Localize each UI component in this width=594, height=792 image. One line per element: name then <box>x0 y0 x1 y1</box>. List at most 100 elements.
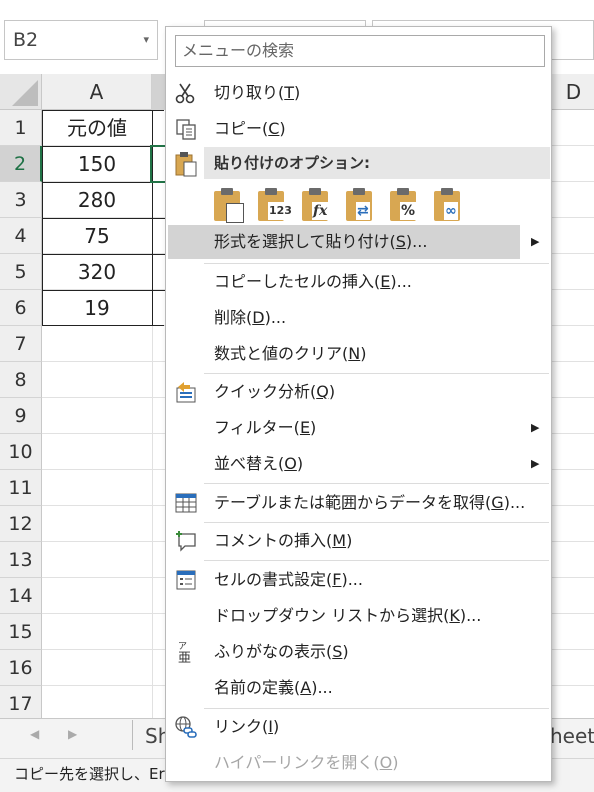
row-header[interactable]: 11 <box>0 470 42 506</box>
data-cell[interactable]: 320 <box>42 254 152 290</box>
name-box-value: B2 <box>13 29 39 51</box>
menu-item-label: セルの書式設定(F)... <box>214 570 363 589</box>
menu-separator <box>204 708 549 709</box>
row-header[interactable]: 8 <box>0 362 42 398</box>
row-header[interactable]: 7 <box>0 326 42 362</box>
menu-item-label: 数式と値のクリア(N) <box>214 344 367 363</box>
format-cells-icon <box>176 570 196 590</box>
copy-icon <box>176 119 196 140</box>
menu-item-label: 削除(D)... <box>214 308 287 327</box>
paste-transpose-icon[interactable]: ⇄ <box>342 187 378 223</box>
data-cell[interactable]: 150 <box>42 146 152 182</box>
menu-item-insert-comment[interactable]: コメントの挿入(M) <box>166 524 551 558</box>
link-icon <box>175 716 197 738</box>
chevron-down-icon[interactable]: ▾ <box>143 21 149 59</box>
menu-item-clear[interactable]: 数式と値のクリア(N) <box>166 337 551 371</box>
menu-item-label: 名前の定義(A)... <box>214 678 333 697</box>
menu-item-get-data[interactable]: テーブルまたは範囲からデータを取得(G)... <box>166 486 551 520</box>
row-header[interactable]: 4 <box>0 218 42 254</box>
tab-divider <box>132 720 133 750</box>
submenu-arrow-icon: ▶ <box>531 421 540 434</box>
menu-item-delete[interactable]: 削除(D)... <box>166 301 551 335</box>
row-header[interactable]: 10 <box>0 434 42 470</box>
row-header[interactable]: 2 <box>0 146 42 182</box>
row-header[interactable]: 6 <box>0 290 42 326</box>
menu-item-format-cells[interactable]: セルの書式設定(F)... <box>166 563 551 597</box>
menu-separator <box>204 483 549 484</box>
menu-item-label: 並べ替え(O) <box>214 454 304 473</box>
scissors-icon <box>175 83 195 104</box>
menu-item-quick-analysis[interactable]: クイック分析(Q) <box>166 375 551 409</box>
comment-icon <box>176 531 196 552</box>
active-cell-b2[interactable] <box>150 145 166 183</box>
column-header-d[interactable]: D <box>553 74 594 110</box>
menu-item-cut[interactable]: 切り取り(T) <box>166 76 551 110</box>
menu-item-show-furigana[interactable]: ア 亜 ふりがなの表示(S) <box>166 635 551 669</box>
paste-icon <box>175 152 197 177</box>
data-cell[interactable]: 280 <box>42 182 152 218</box>
menu-item-link[interactable]: リンク(I) <box>166 710 551 744</box>
menu-item-copy[interactable]: コピー(C) <box>166 112 551 146</box>
row-header[interactable]: 13 <box>0 542 42 578</box>
submenu-arrow-icon: ▶ <box>531 457 540 470</box>
row-header[interactable]: 17 <box>0 686 42 722</box>
context-menu: メニューの検索 切り取り(T) コピー(C) 貼り付けのオプション: 123 f… <box>165 26 552 782</box>
header-cell[interactable]: 元の値 <box>42 110 152 146</box>
menu-item-label: 形式を選択して貼り付け(S)... <box>214 232 428 251</box>
column-header-a[interactable]: A <box>42 74 152 110</box>
row-header[interactable]: 16 <box>0 650 42 686</box>
paste-values-icon[interactable]: 123 <box>254 187 293 223</box>
menu-item-label: ハイパーリンクを開く(O) <box>214 753 399 772</box>
submenu-arrow-icon: ▶ <box>531 235 540 248</box>
data-cell[interactable]: 19 <box>42 290 152 326</box>
name-box[interactable]: B2 ▾ <box>4 20 158 60</box>
menu-separator <box>204 560 549 561</box>
menu-item-label: クイック分析(Q) <box>214 382 336 401</box>
svg-text:亜: 亜 <box>178 651 191 664</box>
status-text: コピー先を選択し、Er <box>14 765 165 783</box>
menu-item-label: テーブルまたは範囲からデータを取得(G)... <box>214 493 526 512</box>
menu-item-label: ドロップダウン リストから選択(K)... <box>214 606 482 625</box>
menu-item-label: コピーしたセルの挿入(E)... <box>214 272 412 291</box>
menu-separator <box>204 522 549 523</box>
menu-item-define-name[interactable]: 名前の定義(A)... <box>166 671 551 705</box>
row-header[interactable]: 1 <box>0 110 42 146</box>
column-header-b[interactable] <box>152 74 166 110</box>
prev-sheet-icon[interactable]: ◀ <box>30 727 39 741</box>
paste-options-header: 貼り付けのオプション: <box>204 147 550 179</box>
menu-separator <box>204 373 549 374</box>
menu-item-label: ふりがなの表示(S) <box>214 642 349 661</box>
menu-item-filter[interactable]: フィルター(E) ▶ <box>166 411 551 445</box>
menu-item-label: フィルター(E) <box>214 418 317 437</box>
menu-search-input[interactable]: メニューの検索 <box>175 35 545 67</box>
menu-item-label: リンク(I) <box>214 717 280 736</box>
menu-item-label: コピー(C) <box>214 119 286 138</box>
paste-default-icon[interactable] <box>210 187 246 223</box>
furigana-icon: ア 亜 <box>178 642 191 664</box>
data-cell[interactable]: 75 <box>42 218 152 254</box>
paste-formatting-icon[interactable]: % <box>386 187 422 223</box>
menu-item-pick-from-list[interactable]: ドロップダウン リストから選択(K)... <box>166 599 551 633</box>
paste-link-icon[interactable]: ∞ <box>430 187 466 223</box>
row-header[interactable]: 9 <box>0 398 42 434</box>
menu-item-label: 切り取り(T) <box>214 83 301 102</box>
row-header[interactable]: 5 <box>0 254 42 290</box>
next-sheet-icon[interactable]: ▶ <box>68 727 77 741</box>
table-icon <box>175 493 197 513</box>
menu-item-open-hyperlink: ハイパーリンクを開く(O) <box>166 746 551 780</box>
row-header[interactable]: 14 <box>0 578 42 614</box>
menu-item-insert-copied[interactable]: コピーしたセルの挿入(E)... <box>166 265 551 299</box>
row-header[interactable]: 15 <box>0 614 42 650</box>
quick-analysis-icon <box>176 382 196 403</box>
menu-item-paste-special[interactable]: 形式を選択して貼り付け(S)... <box>168 225 520 259</box>
paste-options-label: 貼り付けのオプション: <box>214 154 370 172</box>
paste-formulas-icon[interactable]: fx <box>298 187 334 223</box>
row-header[interactable]: 12 <box>0 506 42 542</box>
menu-item-sort[interactable]: 並べ替え(O) ▶ <box>166 447 551 481</box>
menu-item-label: コメントの挿入(M) <box>214 531 353 550</box>
menu-separator <box>204 263 549 264</box>
menu-search-placeholder: メニューの検索 <box>182 41 295 60</box>
select-all-triangle-icon <box>12 80 38 106</box>
sheet-tab-right[interactable]: heet <box>550 724 594 748</box>
row-header[interactable]: 3 <box>0 182 42 218</box>
